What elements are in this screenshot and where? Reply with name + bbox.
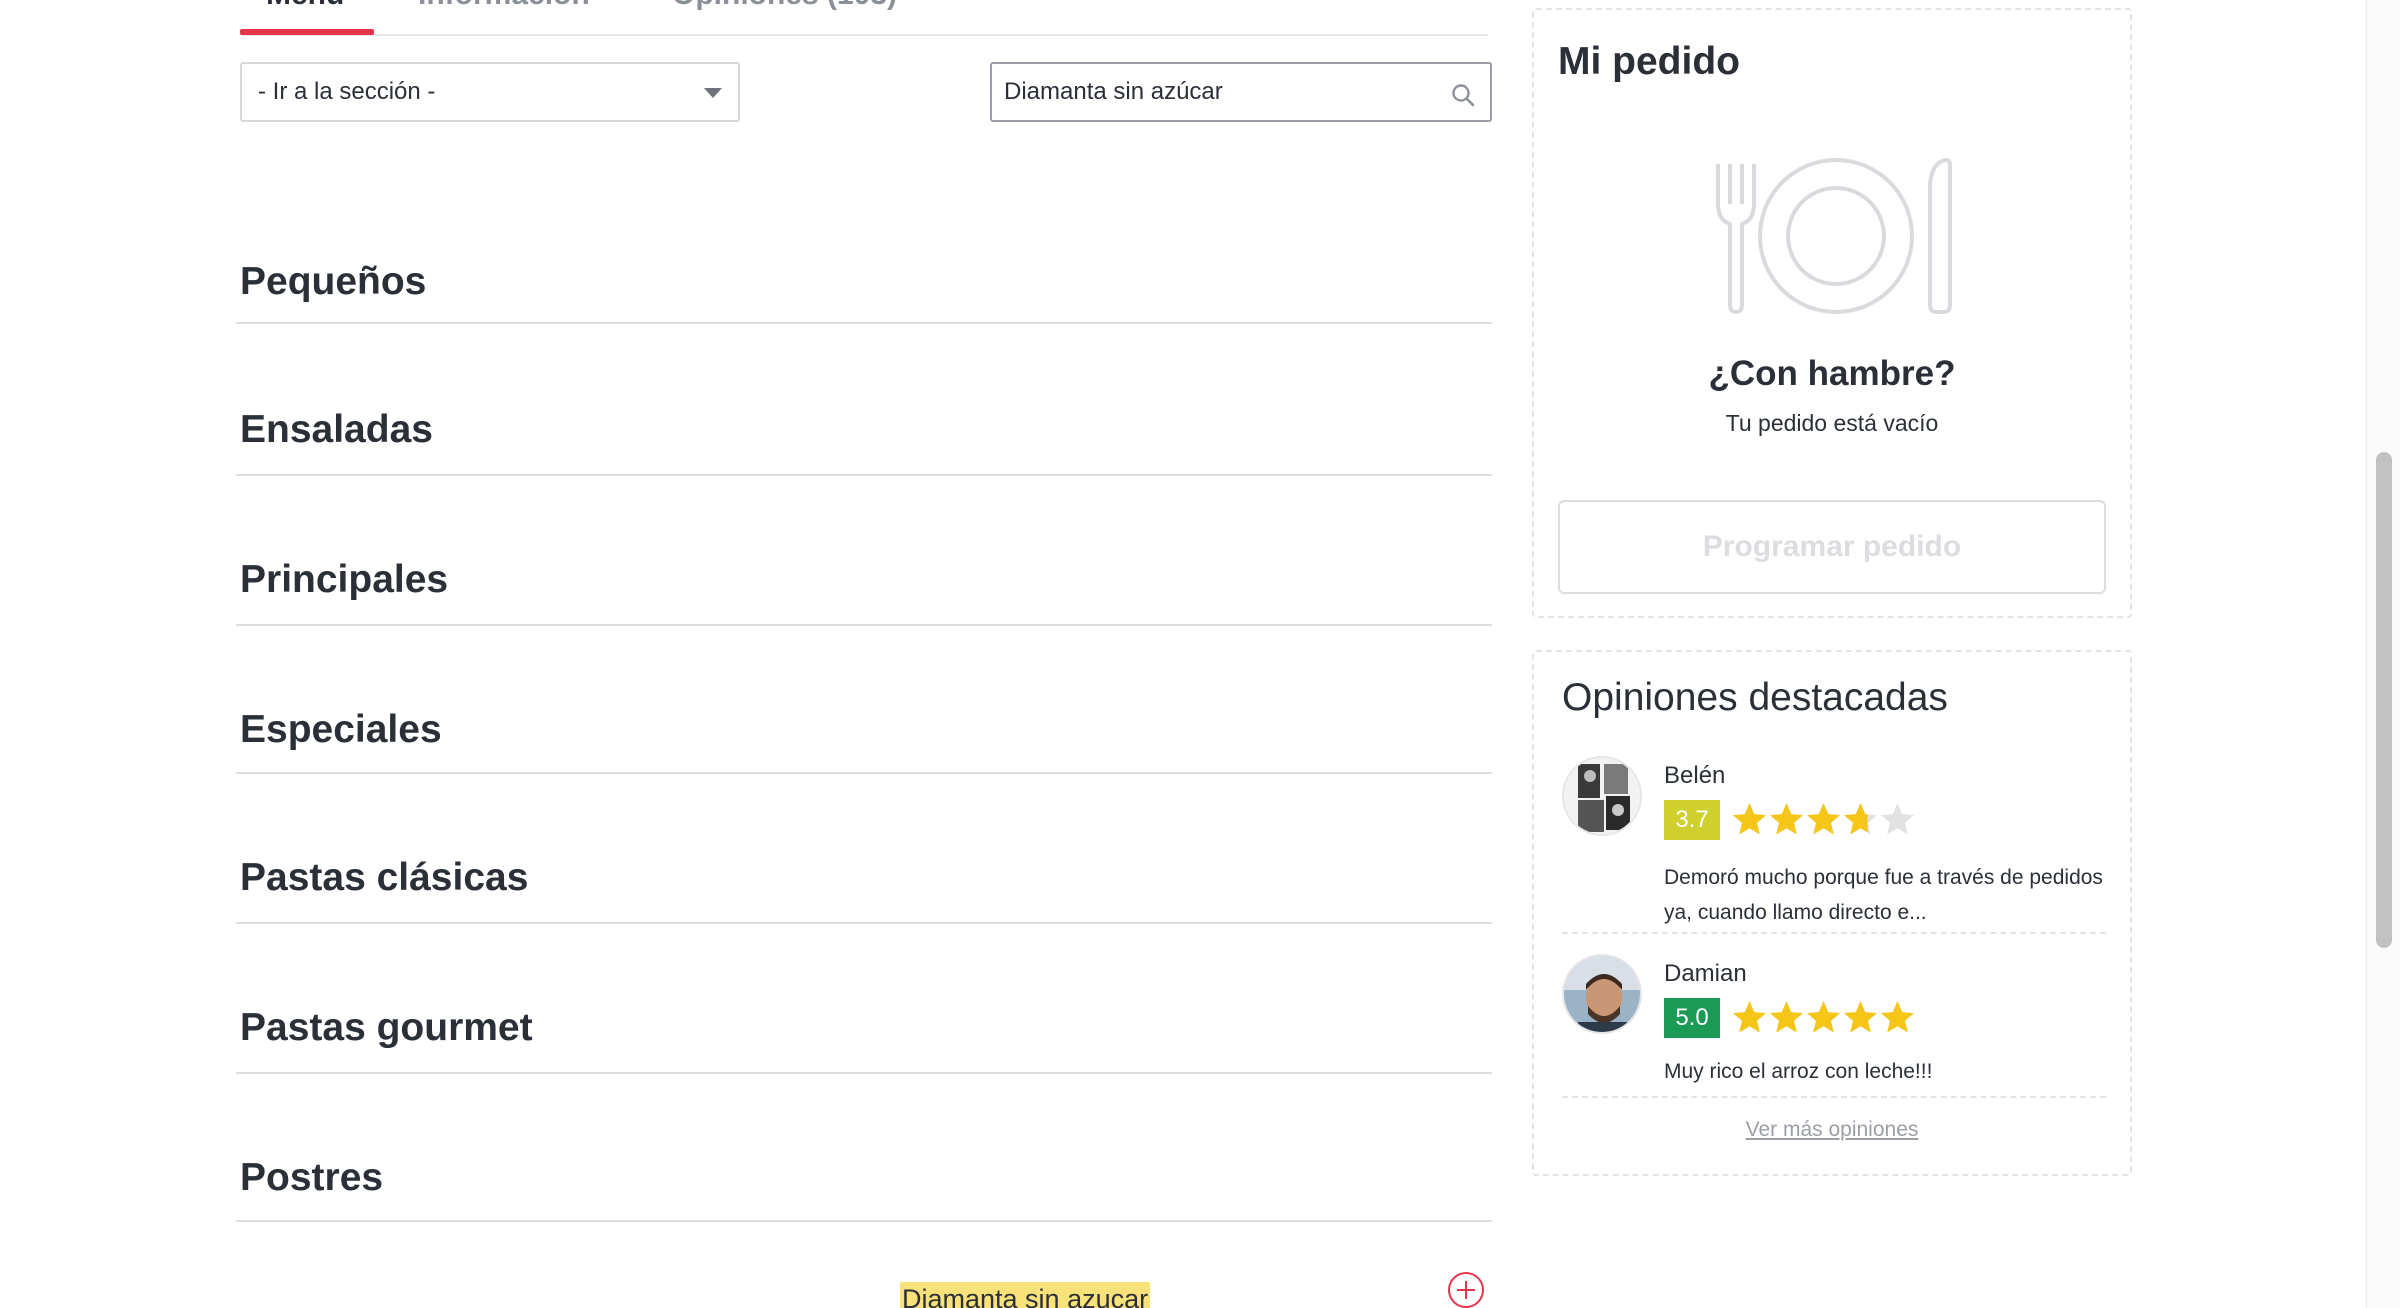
star-icon xyxy=(1733,803,1766,835)
star-icon xyxy=(1807,803,1840,835)
menu-section-ensaladas: Ensaladas xyxy=(236,390,1492,476)
section-title: Postres xyxy=(240,1156,384,1199)
tab-opiniones[interactable]: Opiniones (103) xyxy=(672,0,897,12)
section-title: Especiales xyxy=(240,708,442,751)
review-text: Muy rico el arroz con leche!!! xyxy=(1664,1060,1933,1083)
section-title: Pastas clásicas xyxy=(240,856,529,899)
star-icon xyxy=(1844,803,1877,835)
reviewer-name: Damian xyxy=(1664,960,1747,987)
product-row[interactable]: Diamanta sin azucar xyxy=(236,1270,1492,1308)
review-item: Damian 5.0 Muy rico el arroz con leche!!… xyxy=(1562,954,2106,1083)
review-divider xyxy=(1562,1096,2106,1098)
cutlery-plate-icon xyxy=(1716,157,1952,314)
star-icon xyxy=(1770,803,1803,835)
star-icon xyxy=(1733,1001,1766,1033)
search-icon[interactable] xyxy=(1450,82,1476,108)
chevron-down-icon xyxy=(704,88,722,98)
star-icon xyxy=(1844,1001,1877,1033)
review-item: Belén 3.7 Demoró mucho porque fue a trav… xyxy=(1562,756,2106,926)
avatar-photo xyxy=(1564,758,1640,834)
reviewer-name: Belén xyxy=(1664,762,1726,789)
order-card: Mi pedido ¿Con hambre? Tu pedido está va… xyxy=(1532,8,2132,618)
section-select[interactable]: - Ir a la sección - xyxy=(240,62,740,122)
menu-section-principales: Principales xyxy=(236,540,1492,626)
star-icon xyxy=(1770,1001,1803,1033)
section-title: Principales xyxy=(240,558,449,601)
rating-badge: 3.7 xyxy=(1664,800,1720,840)
section-title: Pastas gourmet xyxy=(240,1006,533,1049)
see-more-reviews-link[interactable]: Ver más opiniones xyxy=(1534,1118,2130,1142)
featured-reviews-card: Opiniones destacadas Belén 3.7 Demoró mu… xyxy=(1532,650,2132,1176)
scrollbar-thumb[interactable] xyxy=(2376,452,2392,948)
search-input[interactable] xyxy=(1004,72,1424,112)
star-rating xyxy=(1732,998,1915,1038)
order-title: Mi pedido xyxy=(1558,40,1740,83)
avatar-photo xyxy=(1564,956,1640,1032)
tab-menu[interactable]: Menú xyxy=(266,0,344,12)
add-product-button[interactable] xyxy=(1448,1272,1484,1308)
section-title: Pequeños xyxy=(240,260,427,303)
search-box xyxy=(990,62,1492,122)
review-text: Demoró mucho porque fue a través de pedi… xyxy=(1664,866,2103,924)
avatar xyxy=(1562,954,1642,1034)
schedule-order-button[interactable]: Programar pedido xyxy=(1558,500,2106,594)
star-icon xyxy=(1881,1001,1914,1033)
star-icon xyxy=(1807,1001,1840,1033)
empty-order-title: ¿Con hambre? xyxy=(1708,354,1956,393)
product-name[interactable]: Diamanta sin azucar xyxy=(900,1282,1151,1308)
star-rating xyxy=(1732,800,1915,840)
page: Menú Información Opiniones (103) - Ir a … xyxy=(0,0,2400,1308)
tab-bar: Menú Información Opiniones (103) xyxy=(240,0,1488,36)
section-title: Ensaladas xyxy=(240,408,433,451)
menu-section-pastas-clasicas: Pastas clásicas xyxy=(236,838,1492,924)
review-divider xyxy=(1562,932,2106,934)
reviews-title: Opiniones destacadas xyxy=(1562,676,1948,719)
rating-badge: 5.0 xyxy=(1664,998,1720,1038)
section-select-value: - Ir a la sección - xyxy=(258,78,436,105)
empty-order-text: Tu pedido está vacío xyxy=(1725,410,1939,436)
menu-section-especiales: Especiales xyxy=(236,690,1492,774)
tab-informacion[interactable]: Información xyxy=(418,0,590,12)
menu-section-postres: Postres xyxy=(236,1138,1492,1222)
avatar xyxy=(1562,756,1642,836)
star-icon xyxy=(1881,803,1914,835)
menu-section-pequenos: Pequeños xyxy=(236,240,1492,324)
menu-section-pastas-gourmet: Pastas gourmet xyxy=(236,988,1492,1074)
active-tab-indicator xyxy=(240,29,374,35)
